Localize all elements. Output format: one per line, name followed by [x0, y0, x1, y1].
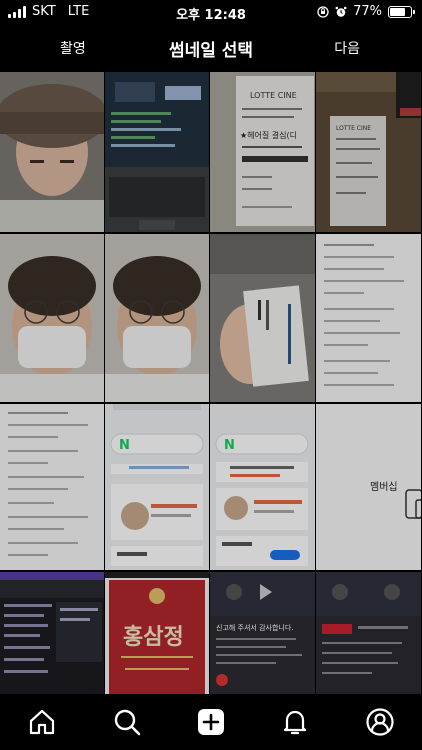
thumbnail[interactable]: 홍삼정	[105, 572, 209, 696]
next-button[interactable]: 다음	[334, 38, 360, 58]
thumbnail[interactable]	[316, 572, 421, 696]
thumbnail[interactable]: 신고해 주셔서 감사합니다.	[210, 572, 315, 696]
battery-percent: 77%	[353, 4, 382, 19]
add-post-icon[interactable]	[189, 700, 233, 744]
thumbnail[interactable]	[0, 404, 104, 570]
thumbnail[interactable]	[105, 72, 209, 232]
alarm-icon	[335, 6, 347, 17]
battery-icon	[388, 5, 415, 18]
thumbnail[interactable]: 멤버십	[316, 404, 421, 570]
status-right: 77%	[317, 4, 415, 19]
thumbnail[interactable]	[210, 234, 315, 402]
thumbnail[interactable]: N	[210, 404, 315, 570]
thumbnail[interactable]	[105, 234, 209, 402]
thumbnail[interactable]: LOTTE CINE ★헤어질 결심(디	[210, 72, 315, 232]
thumbnail[interactable]	[0, 72, 104, 232]
add-post-icon-svg	[197, 709, 224, 735]
status-bar: SKT LTE 오후 12:48 77%	[0, 0, 422, 24]
bell-icon-svg	[284, 710, 307, 735]
bottom-nav	[0, 694, 422, 750]
thumbnail[interactable]: N	[105, 404, 209, 570]
thumbnail[interactable]: LOTTE CINE	[316, 72, 421, 232]
search-icon-svg	[114, 709, 140, 736]
profile-icon[interactable]	[358, 700, 402, 744]
orientation-lock-icon	[317, 5, 329, 18]
thumbnail[interactable]	[0, 572, 104, 696]
home-icon[interactable]	[20, 700, 64, 744]
search-icon[interactable]	[105, 700, 149, 744]
profile-icon-svg	[366, 708, 394, 736]
home-icon-svg	[30, 709, 55, 735]
thumbnail[interactable]	[316, 234, 421, 402]
thumbnail[interactable]	[0, 234, 104, 402]
header: 촬영 썸네일 선택 다음	[0, 24, 422, 72]
thumbnail-grid: LOTTE CINE ★헤어질 결심(디 LOTTE CINE N N 멤버십 …	[0, 72, 422, 696]
bell-icon[interactable]	[273, 700, 317, 744]
